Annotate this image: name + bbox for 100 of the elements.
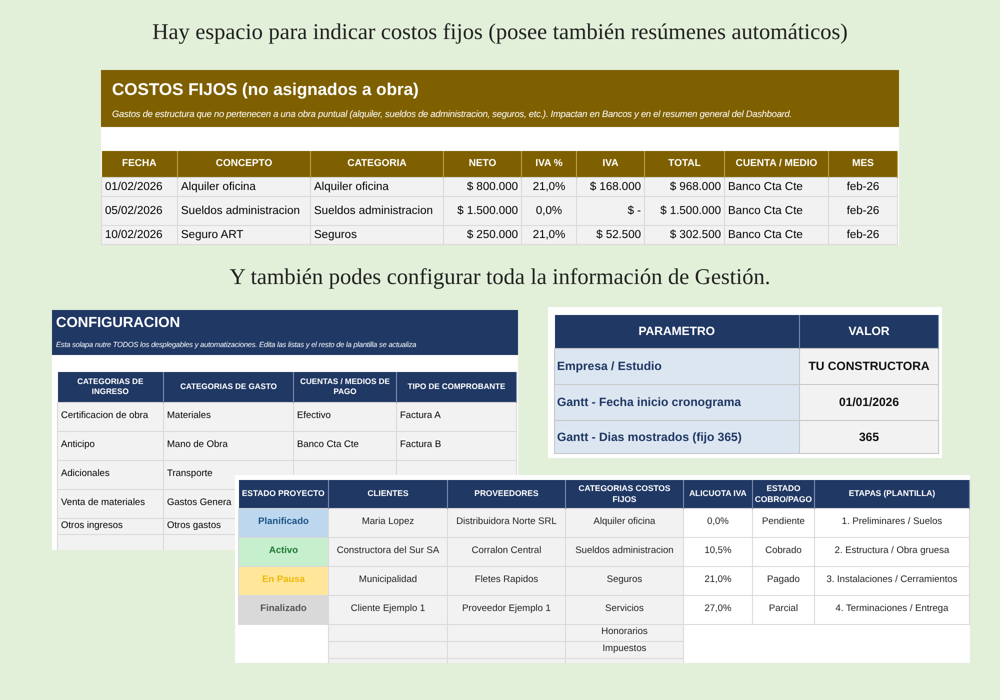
table-cell: 2. Estructura / Obra gruesa [814,537,970,566]
table-cell: Banco Cta Cte [294,431,396,460]
table-cell: 0,0% [522,196,576,225]
column-header: IVA [576,151,644,177]
table-cell: $ 168.000 [576,177,644,196]
table-cell: Pendiente [752,508,814,537]
column-header: ALICUOTA IVA [683,480,752,508]
caption: Y también podes configurar toda la información de Gestión. [228,263,772,291]
parameter-value: 01/01/2026 [800,384,938,420]
column-header: NETO [444,151,522,177]
status-cell: Planificado [238,508,328,537]
column-header: CLIENTES [328,480,448,508]
caption: Hay espacio para indicar costos fijos (posee también resúmenes automáticos) [151,20,849,44]
table-cell: feb-26 [828,177,898,196]
table-cell: Sueldos administracion [178,196,310,225]
table-cell: Alquiler oficina [310,177,444,196]
table-cell: Cliente Ejemplo 1 [328,595,448,624]
parameter-name: Gantt - Dias mostrados (fijo 365) [554,420,800,453]
table-cell: Banco Cta Cte [724,177,828,196]
table-cell: $ - [576,196,644,225]
table-cell: $ 52.500 [576,225,644,244]
table-cell: 01/02/2026 [102,177,178,196]
column-header: CATEGORIAS DE INGRESO [58,372,164,402]
column-header: ESTADO PROYECTO [238,480,328,508]
table-cell: Anticipo [58,431,164,460]
status-cell: En Pausa [238,566,328,595]
table-cell: Sueldos administracion [565,537,684,566]
table-cell: Sueldos administracion [310,196,444,225]
table-cell: Impuestos [565,641,684,658]
table-cell: feb-26 [828,196,898,225]
table-cell: Fletes Rapidos [447,566,566,595]
sheet-title: COSTOS FIJOS (no asignados a obra) [112,79,420,101]
table-cell: feb-26 [828,225,898,244]
parameter-value: 365 [800,420,938,453]
table-cell: 4. Terminaciones / Entrega [814,595,970,624]
column-header: ETAPAS (PLANTILLA) [814,480,970,508]
table-cell: Adicionales [58,460,164,489]
table-cell: $ 1.500.000 [444,196,522,225]
table-cell: Certificacion de obra [58,402,164,431]
column-header: CUENTA / MEDIO [724,151,828,177]
column-header: CUENTAS / MEDIOS DE PAGO [294,372,396,402]
table-cell: $ 1.500.000 [644,196,724,225]
table-cell: Factura B [396,431,516,460]
table-cell: Proveedor Ejemplo 1 [447,595,566,624]
parameter-name: Empresa / Estudio [554,348,800,384]
table-cell: 10,5% [683,537,752,566]
table-cell: Efectivo [294,402,396,431]
column-header: CATEGORIA [310,151,444,177]
sheet-subtitle: Gastos de estructura que no pertenecen a una obra puntual (alquiler, sueldos de administracion, seguros, etc.). Impactan en Bancos y en el resumen general del Dashboard. [112,108,793,121]
table-cell: Parcial [752,595,814,624]
column-header: VALOR [800,315,938,348]
table-cell: Municipalidad [328,566,448,595]
table-cell: 10/02/2026 [102,225,178,244]
table-cell: Cobrado [752,537,814,566]
table-cell: Pagado [752,566,814,595]
column-header: CATEGORIAS DE GASTO [164,372,294,402]
table-cell: Maria Lopez [328,508,448,537]
table-cell: 0,0% [683,508,752,537]
table-cell: Alquiler oficina [565,508,684,537]
status-cell: Finalizado [238,595,328,624]
column-header: PROVEEDORES [447,480,566,508]
table-cell: 21,0% [522,225,576,244]
table-cell: 1. Preliminares / Suelos [814,508,970,537]
column-header: FECHA [102,151,178,177]
table-cell: Constructora del Sur SA [328,537,448,566]
table-cell: 3. Instalaciones / Cerramientos [814,566,970,595]
table-cell: Banco Cta Cte [724,225,828,244]
table-cell: $ 302.500 [644,225,724,244]
column-header: TOTAL [644,151,724,177]
table-cell: Seguros [310,225,444,244]
table-cell: Distribuidora Norte SRL [447,508,566,537]
column-header: PARAMETRO [554,315,800,348]
table-cell: Materiales [164,402,294,431]
column-header: CONCEPTO [178,151,310,177]
table-cell: Seguro ART [178,225,310,244]
column-header: CATEGORIAS COSTOS FIJOS [565,480,684,508]
table-cell: $ 250.000 [444,225,522,244]
table-cell: Factura A [396,402,516,431]
table-cell: Venta de materiales [58,489,164,518]
parameter-name: Gantt - Fecha inicio cronograma [554,384,800,420]
table-cell: Honorarios [565,624,684,641]
table-cell: Seguros [565,566,684,595]
table-cell: Alquiler oficina [178,177,310,196]
column-header: IVA % [522,151,576,177]
table-cell: 05/02/2026 [102,196,178,225]
table-cell: Banco Cta Cte [724,196,828,225]
table-cell: Servicios [565,595,684,624]
table-cell: $ 800.000 [444,177,522,196]
table-cell: Corralon Central [447,537,566,566]
table-cell: Mano de Obra [164,431,294,460]
status-cell: Activo [238,537,328,566]
table-cell: Otros ingresos [58,518,164,534]
table-cell: 21,0% [522,177,576,196]
table-cell: 27,0% [683,595,752,624]
sheet-title: CONFIGURACION [56,314,182,333]
parameter-value: TU CONSTRUCTORA [800,348,938,384]
table-cell: 21,0% [683,566,752,595]
column-header: MES [828,151,898,177]
column-header: ESTADO COBRO/PAGO [752,480,814,508]
column-header: TIPO DE COMPROBANTE [396,372,516,402]
